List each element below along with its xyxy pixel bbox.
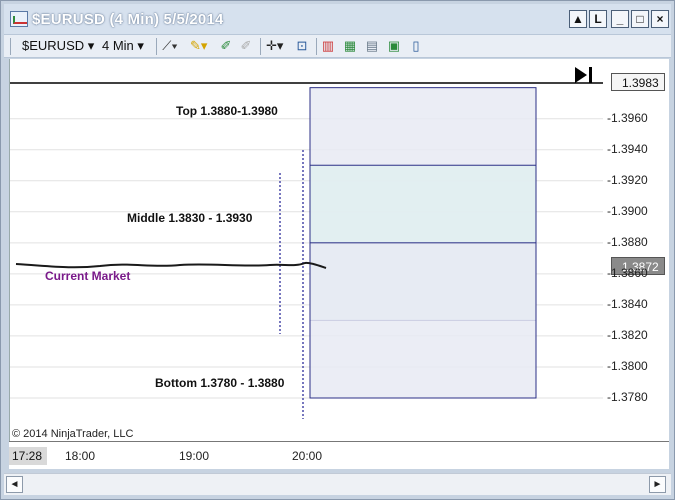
zone-bottom [309,242,537,399]
toolbar-separator [316,38,317,55]
window-title: $EURUSD (4 Min) 5/5/2014 [32,11,224,28]
crosshair-icon[interactable]: ✛▾ [266,38,283,54]
bar-type-icon[interactable]: ▥ [320,38,336,54]
x-tick-1800: 18:00 [65,449,96,463]
x-tick-2000: 20:00 [292,449,323,463]
indicator-icon[interactable]: ▦ [342,38,358,54]
y-tick-label: -1.3960 [607,110,648,125]
current-market-label: Current Market [45,269,131,283]
instrument-label: $EURUSD [22,38,85,53]
copyright-text: © 2014 NinjaTrader, LLC [12,428,134,440]
y-tick-label: -1.3920 [607,172,648,187]
strategy-icon[interactable]: ▤ [364,38,380,54]
marker-icon[interactable]: ✐ [218,38,234,54]
scroll-left-icon[interactable]: ◄ [6,476,23,493]
y-tick-label: -1.3780 [607,390,648,404]
chart-window: $EURUSD (4 Min) 5/5/2014 ▲ L _ □ × $EURU… [0,0,675,500]
title-bar[interactable]: $EURUSD (4 Min) 5/5/2014 ▲ L _ □ × [4,4,671,34]
pencil-icon[interactable]: ✎▾ [190,38,207,54]
maximize-button[interactable]: □ [631,10,649,28]
pin-button[interactable]: ▲ [569,10,587,28]
price-chart [10,67,604,419]
price-line [15,261,327,269]
link-button[interactable]: L [589,10,607,28]
zone-label-top: Top 1.3880-1.3980 [176,104,278,118]
y-tick-label: -1.3900 [607,203,648,218]
y-tick-label: -1.3880 [607,234,648,249]
y-tick-label: -1.3800 [607,358,648,373]
y-tick-label: -1.3820 [607,327,648,342]
y-tick-label: -1.3860 [607,265,648,280]
zone-boxes [309,87,537,399]
chart-toolbar: $EURUSD ▾ 4 Min ▾ ⟋▾ ✎▾ ✐ ✐ ✛▾ ⊡ ▥ ▦ ▤ ▣… [4,34,671,58]
y-tick-label: -1.3940 [607,141,648,156]
line-drawing-icon[interactable]: ⟋▾ [162,38,178,54]
chart-app-icon [10,11,28,27]
start-time-label: 17:28 [9,447,47,465]
horizontal-scrollbar[interactable]: ◄ ► [4,473,671,495]
chevron-down-icon: ▾ [137,38,144,53]
eraser-icon[interactable]: ✐ [238,38,254,54]
toolbar-grip [10,38,11,55]
end-arrow-icon [575,67,592,83]
y-tick-label: -1.3840 [607,296,648,311]
toolbar-separator [260,38,261,55]
scroll-right-icon[interactable]: ► [649,476,666,493]
x-tick-1900: 19:00 [179,449,210,463]
toolbar-separator [156,38,157,55]
close-button[interactable]: × [651,10,669,28]
interval-label: 4 Min [102,38,134,53]
time-axis[interactable] [9,441,669,469]
chevron-down-icon: ▾ [87,38,95,53]
zone-label-middle: Middle 1.3830 - 1.3930 [127,211,253,225]
chart-panel[interactable] [9,59,604,441]
instrument-dropdown[interactable]: $EURUSD ▾ [22,37,94,55]
minimize-button[interactable]: _ [611,10,629,28]
zoom-icon[interactable]: ⊡ [294,38,310,54]
properties-icon[interactable]: ▣ [386,38,402,54]
zone-label-bottom: Bottom 1.3780 - 1.3880 [155,376,285,390]
interval-dropdown[interactable]: 4 Min ▾ [102,37,144,55]
data-box-icon[interactable]: ▯ [408,38,424,54]
top-price-tag: 1.3983 [611,73,665,91]
